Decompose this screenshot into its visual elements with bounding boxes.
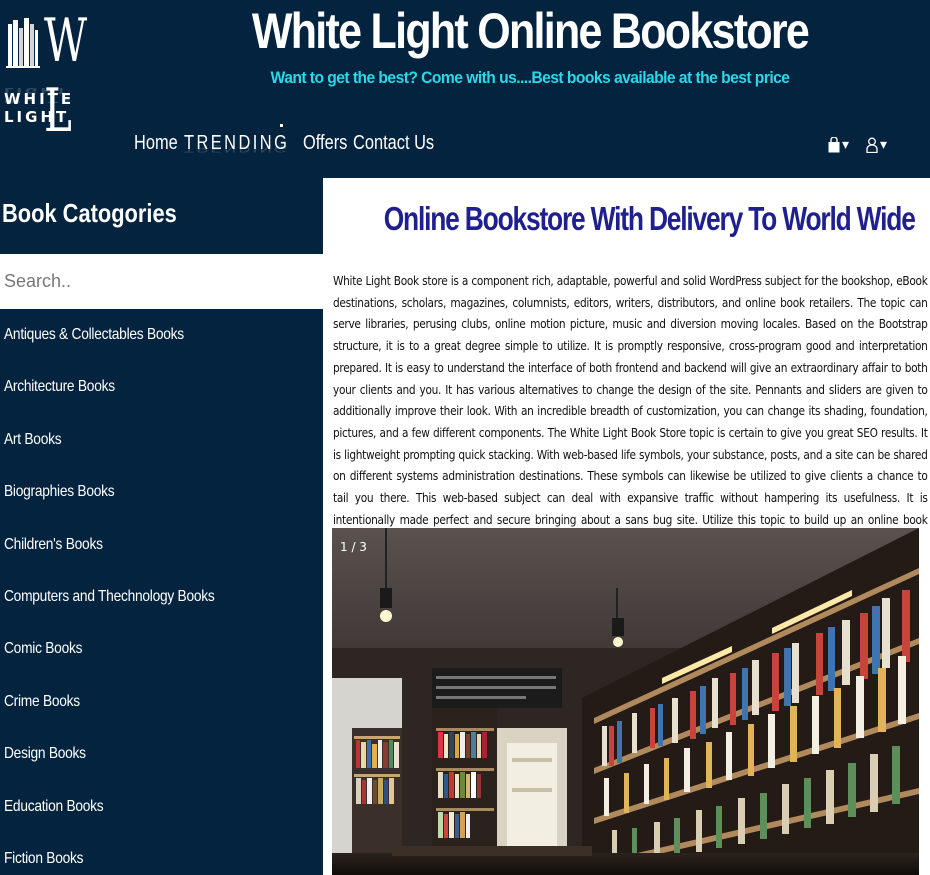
category-item[interactable]: Children's Books — [0, 519, 323, 571]
category-item[interactable]: Fiction Books — [0, 833, 323, 875]
category-item[interactable]: Design Books — [0, 728, 323, 780]
category-item[interactable]: Education Books — [0, 781, 323, 833]
category-item[interactable]: Architecture Books — [0, 361, 323, 413]
site-tagline: Want to get the best? Come with us....Be… — [270, 68, 790, 87]
nav-dot — [280, 124, 283, 127]
bookshelf-logo-icon — [6, 18, 40, 68]
nav-home-link[interactable]: Home — [134, 132, 178, 155]
category-item[interactable]: Comic Books — [0, 623, 323, 675]
shopping-bag-icon — [828, 136, 840, 152]
main-content: Online Bookstore With Delivery To World … — [323, 178, 930, 875]
user-icon — [866, 137, 878, 153]
slide-counter: 1 / 3 — [340, 540, 367, 554]
nav-trending-reflection: TRENDING — [184, 143, 290, 154]
category-item[interactable]: Computers and Thechnology Books — [0, 571, 323, 623]
category-sidebar: Book Catogories Antiques & Collectables … — [0, 178, 323, 875]
category-item[interactable]: Crime Books — [0, 676, 323, 728]
chevron-down-icon: ▾ — [880, 136, 888, 152]
cart-menu[interactable]: ▾ — [828, 136, 849, 153]
site-title: White Light Online Bookstore — [251, 3, 810, 59]
bookstore-photo — [332, 528, 919, 875]
chevron-down-icon: ▾ — [842, 136, 850, 152]
nav-offers-link[interactable]: Offers — [303, 132, 347, 155]
sidebar-title: Book Catogories — [2, 198, 177, 228]
site-logo[interactable]: W L WHITE LIGHT WHITE LIGHT — [4, 6, 134, 146]
logo-text-reflection: WHITE LIGHT — [4, 86, 75, 104]
category-item[interactable]: Art Books — [0, 414, 323, 466]
site-header: W L WHITE LIGHT WHITE LIGHT White Light … — [0, 0, 930, 178]
user-menu[interactable]: ▾ — [866, 136, 887, 153]
category-list: Antiques & Collectables Books Architectu… — [0, 309, 323, 875]
category-search-input[interactable] — [0, 254, 323, 309]
category-item[interactable]: Antiques & Collectables Books — [0, 309, 323, 361]
nav-contact-link[interactable]: Contact Us — [353, 132, 434, 155]
image-slider[interactable]: 1 / 3 — [332, 528, 919, 875]
page-heading: Online Bookstore With Delivery To World … — [383, 200, 916, 237]
intro-paragraph: White Light Book store is a component ri… — [333, 273, 928, 548]
category-item[interactable]: Biographies Books — [0, 466, 323, 518]
